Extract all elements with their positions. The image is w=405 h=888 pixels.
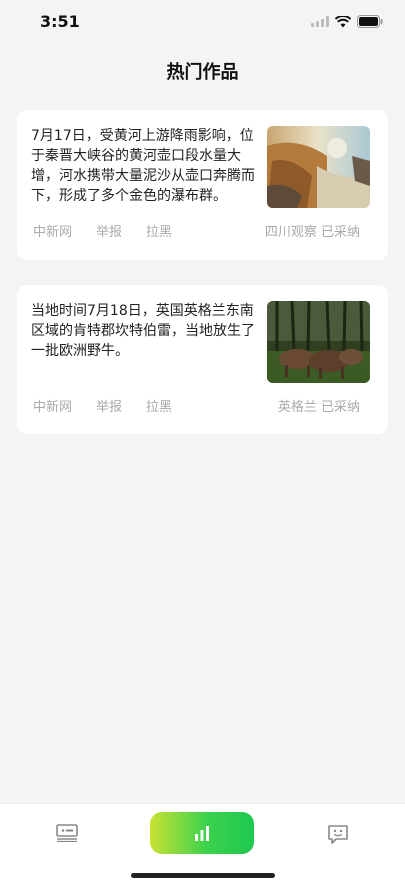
block-button[interactable]: 拉黑 xyxy=(146,221,172,240)
battery-icon xyxy=(357,15,383,28)
report-button[interactable]: 举报 xyxy=(96,221,122,240)
news-card[interactable]: 当地时间7月18日，英国英格兰东南区域的肯特郡坎特伯雷，当地放生了一批欧洲野牛。 xyxy=(17,285,388,434)
block-button[interactable]: 拉黑 xyxy=(146,396,172,415)
adoption-status: 英格兰 已采纳 xyxy=(277,400,360,415)
report-button[interactable]: 举报 xyxy=(96,396,122,415)
wifi-icon xyxy=(335,15,351,27)
status-time: 3:51 xyxy=(40,12,80,31)
status-bar: 3:51 xyxy=(0,0,405,44)
news-card[interactable]: 7月17日，受黄河上游降雨影响，位于秦晋大峡谷的黄河壶口段水量大增，河水携带大量… xyxy=(17,110,388,260)
news-icon xyxy=(56,824,78,843)
source-label: 中新网 xyxy=(33,400,73,415)
card-meta: 中新网 举报 拉黑 四川观察 已采纳 xyxy=(33,221,360,240)
card-text: 7月17日，受黄河上游降雨影响，位于秦晋大峡谷的黄河壶口段水量大增，河水携带大量… xyxy=(31,128,255,204)
waterfall-image xyxy=(267,126,370,208)
card-text: 当地时间7月18日，英国英格兰东南区域的肯特郡坎特伯雷，当地放生了一批欧洲野牛。 xyxy=(31,303,255,359)
status-icons xyxy=(311,15,383,28)
home-indicator xyxy=(131,873,275,878)
card-meta: 中新网 举报 拉黑 英格兰 已采纳 xyxy=(33,396,360,415)
source-label: 中新网 xyxy=(33,225,73,240)
adoption-status: 四川观察 已采纳 xyxy=(264,225,360,240)
tab-chat[interactable] xyxy=(327,824,349,850)
tab-chart[interactable] xyxy=(150,812,254,854)
chart-icon xyxy=(195,826,209,841)
page-title: 热门作品 xyxy=(166,62,239,83)
tab-news[interactable] xyxy=(56,824,78,846)
bison-image xyxy=(267,301,370,383)
chat-smile-icon xyxy=(328,825,348,844)
signal-icon xyxy=(311,16,329,27)
